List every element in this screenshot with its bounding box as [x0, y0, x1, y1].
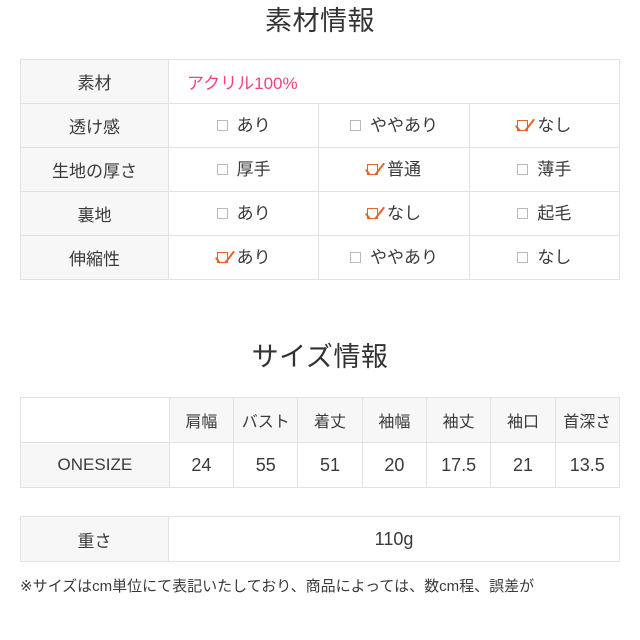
- checkbox-icon[interactable]: [349, 119, 361, 131]
- checkbox-icon[interactable]: [349, 251, 361, 263]
- material-section-title: 素材情報: [265, 6, 375, 36]
- size-value-cuff: 21: [490, 442, 556, 489]
- thickness-row-label: 生地の厚さ: [20, 147, 169, 193]
- lining-option-cell-3[interactable]: 起毛: [468, 191, 621, 237]
- checkbox-option-label: 起毛: [537, 203, 572, 223]
- size-column-header-cuff: 袖口: [490, 397, 556, 444]
- size-value-sleeve-width: 20: [361, 442, 427, 489]
- checkbox-option-selected[interactable]: 普通: [366, 159, 421, 179]
- checkbox-checked-icon[interactable]: [366, 163, 378, 175]
- sheerness-row-label: 透け感: [20, 103, 169, 149]
- checkbox-icon[interactable]: [216, 207, 228, 219]
- checkbox-option[interactable]: なし: [517, 249, 571, 266]
- size-column-header-sleeve-length: 袖丈: [425, 397, 492, 444]
- checkbox-icon[interactable]: [517, 251, 529, 263]
- checkbox-option-label: 薄手: [537, 159, 572, 179]
- checkbox-option-label: 普通: [386, 159, 421, 179]
- checkbox-option-label: ややあり: [369, 115, 438, 135]
- checkbox-icon[interactable]: [216, 119, 228, 131]
- lining-option-cell-1[interactable]: あり: [167, 191, 320, 237]
- checkbox-option[interactable]: 起毛: [517, 205, 571, 222]
- checkbox-option[interactable]: 薄手: [517, 161, 571, 178]
- stretch-row-label: 伸縮性: [20, 235, 169, 281]
- checkbox-option-label: あり: [236, 115, 271, 135]
- stretch-option-cell-1[interactable]: あり: [167, 235, 320, 281]
- table-row: 裏地 あり なし 起毛: [20, 191, 621, 237]
- weight-row-label: 重さ: [20, 516, 169, 563]
- stretch-option-cell-3[interactable]: なし: [468, 235, 621, 281]
- table-row: 伸縮性 あり ややあり なし: [20, 235, 621, 281]
- size-value-shoulder: 24: [168, 442, 235, 489]
- size-info-table: 肩幅 バスト 着丈 袖幅 袖丈 袖口 首深さ ONESIZE 24 55 51 …: [20, 397, 621, 489]
- checkbox-option[interactable]: 厚手: [216, 159, 271, 179]
- table-row: ONESIZE 24 55 51 20 17.5 21 13.5: [20, 442, 621, 489]
- size-section-title: サイズ情報: [251, 342, 389, 373]
- material-section-header: 素材情報: [0, 0, 640, 37]
- sheerness-option-cell-1[interactable]: あり: [167, 103, 320, 149]
- size-value-length: 51: [297, 442, 363, 489]
- checkbox-option[interactable]: ややあり: [349, 115, 438, 135]
- table-row: 透け感 あり ややあり なし: [20, 103, 621, 149]
- size-column-header-bust: バスト: [233, 397, 299, 444]
- thickness-option-cell-1[interactable]: 厚手: [167, 147, 320, 193]
- weight-table: 重さ 110g: [20, 516, 620, 563]
- checkbox-option[interactable]: ややあり: [349, 247, 438, 267]
- thickness-option-cell-3[interactable]: 薄手: [468, 147, 621, 193]
- material-composition-cell: アクリル100%: [168, 59, 620, 105]
- product-detail-page: 素材情報 素材 アクリル100% 透け感 あり ややあり なし 生地の厚さ 厚手…: [0, 0, 640, 640]
- checkbox-option-label: なし: [537, 247, 572, 267]
- size-footnote: ※サイズはcm単位にて表記いたしており、商品によっては、数cm程、誤差が: [20, 578, 535, 596]
- checkbox-option-selected[interactable]: なし: [366, 203, 421, 223]
- sheerness-option-cell-2[interactable]: ややあり: [318, 103, 470, 149]
- checkbox-option-label: なし: [537, 115, 572, 135]
- size-column-header-shoulder: 肩幅: [168, 397, 235, 444]
- material-composition-value: アクリル100%: [187, 74, 298, 94]
- size-table-header-row: 肩幅 バスト 着丈 袖幅 袖丈 袖口 首深さ: [20, 397, 621, 444]
- checkbox-checked-icon[interactable]: [366, 207, 378, 219]
- checkbox-option[interactable]: あり: [216, 115, 271, 135]
- lining-row-label: 裏地: [20, 191, 169, 237]
- size-value-bust: 55: [233, 442, 299, 489]
- checkbox-option-label: あり: [236, 247, 271, 267]
- checkbox-option-label: ややあり: [369, 247, 438, 267]
- size-row-name: ONESIZE: [20, 442, 170, 489]
- checkbox-option-selected[interactable]: なし: [517, 117, 571, 134]
- checkbox-icon[interactable]: [517, 163, 529, 175]
- lining-option-cell-2[interactable]: なし: [318, 191, 470, 237]
- size-table-corner-cell: [20, 397, 170, 444]
- table-row: 重さ 110g: [20, 516, 620, 563]
- material-info-table: 素材 アクリル100% 透け感 あり ややあり なし 生地の厚さ 厚手 普通 薄…: [20, 59, 621, 281]
- size-column-header-length: 着丈: [297, 397, 363, 444]
- checkbox-option-selected[interactable]: あり: [216, 247, 271, 267]
- size-value-sleeve-length: 17.5: [425, 442, 492, 489]
- size-column-header-sleeve-width: 袖幅: [361, 397, 427, 444]
- table-row: 素材 アクリル100%: [20, 59, 620, 105]
- sheerness-option-cell-3[interactable]: なし: [468, 103, 621, 149]
- checkbox-option[interactable]: あり: [216, 203, 271, 223]
- table-row: 生地の厚さ 厚手 普通 薄手: [20, 147, 621, 193]
- size-value-neck-depth: 13.5: [554, 442, 621, 489]
- checkbox-option-label: なし: [386, 203, 421, 223]
- checkbox-icon[interactable]: [517, 207, 529, 219]
- checkbox-option-label: あり: [236, 203, 271, 223]
- size-column-header-neck-depth: 首深さ: [554, 397, 621, 444]
- checkbox-checked-icon[interactable]: [517, 119, 529, 131]
- checkbox-icon[interactable]: [216, 163, 228, 175]
- stretch-option-cell-2[interactable]: ややあり: [318, 235, 470, 281]
- weight-row-value: 110g: [168, 516, 620, 563]
- size-section-header: サイズ情報: [0, 280, 640, 373]
- material-row-label: 素材: [20, 59, 169, 105]
- checkbox-checked-icon[interactable]: [216, 251, 228, 263]
- checkbox-option-label: 厚手: [236, 159, 271, 179]
- thickness-option-cell-2[interactable]: 普通: [318, 147, 470, 193]
